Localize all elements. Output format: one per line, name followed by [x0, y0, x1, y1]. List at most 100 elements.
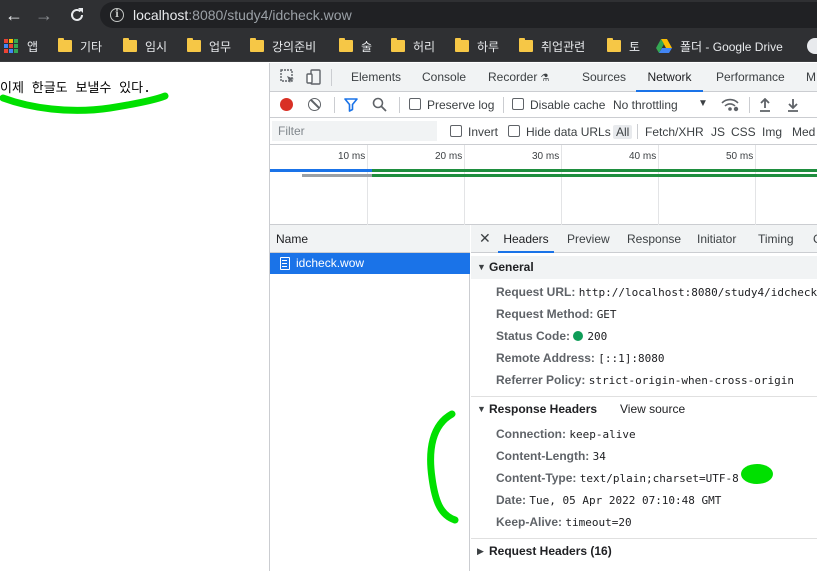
network-toolbar: Preserve log Disable cache No throttling…	[270, 92, 817, 118]
divider	[749, 97, 750, 113]
filter-bar: Filter Invert Hide data URLs All Fetch/X…	[270, 118, 817, 145]
bookmark-label: 앱	[27, 39, 39, 54]
bookmark-folder[interactable]: 기타	[58, 37, 102, 55]
bookmark-label: 임시	[145, 39, 168, 54]
timeline-gridline	[367, 145, 368, 225]
type-filter-css[interactable]: CSS	[731, 125, 756, 139]
timeline-gridline	[561, 145, 562, 225]
tab-headers[interactable]: Headers	[498, 225, 554, 253]
bookmark-label: 폴더 - Google Drive	[680, 39, 783, 54]
divider	[334, 97, 335, 113]
header-value: 200	[587, 330, 608, 343]
tab-network[interactable]: Network	[636, 63, 703, 92]
timeline-tick-label: 20 ms	[435, 151, 463, 162]
request-row[interactable]: idcheck.wow	[270, 253, 470, 274]
inspect-element-icon[interactable]	[280, 69, 296, 85]
bookmark-folder[interactable]: 강의준비	[250, 37, 316, 55]
bookmark-folder[interactable]: 술	[339, 37, 372, 55]
timeline-bar-request-waiting	[302, 174, 372, 177]
hide-data-urls-checkbox[interactable]	[508, 125, 520, 137]
type-filter-fetch-xhr[interactable]: Fetch/XHR	[645, 125, 704, 139]
tab-initiator[interactable]: Initiator	[697, 225, 736, 253]
header-value: keep-alive	[569, 428, 636, 441]
header-row: Date: Tue, 05 Apr 2022 07:10:48 GMT	[496, 493, 721, 508]
disable-cache-checkbox[interactable]	[512, 98, 524, 110]
invert-checkbox[interactable]	[450, 125, 462, 137]
network-overview-timeline[interactable]: 10 ms 20 ms 30 ms 40 ms 50 ms	[270, 145, 817, 225]
url-text[interactable]: localhost:8080/study4/idcheck.wow	[133, 7, 352, 23]
tab-response[interactable]: Response	[627, 225, 681, 253]
type-filter-js[interactable]: JS	[711, 125, 725, 139]
bookmark-folder[interactable]: 하루	[455, 37, 499, 55]
export-har-icon[interactable]	[787, 98, 799, 112]
disable-cache-label: Disable cache	[530, 98, 606, 112]
bookmark-google-drive[interactable]: 폴더 - Google Drive	[656, 37, 783, 55]
filter-input[interactable]: Filter	[272, 121, 437, 141]
collapse-triangle-icon: ▼	[477, 404, 486, 414]
tab-performance[interactable]: Performance	[716, 63, 785, 92]
section-divider	[471, 538, 817, 539]
browser-toolbar: ← → i localhost:8080/study4/idcheck.wow	[0, 0, 817, 30]
response-headers-section-header[interactable]: ▼ Response Headers View source	[471, 398, 817, 421]
bookmarks-bar: 앱 기타 임시 업무 강의준비 술 허리 하루 취업관련 토 폴더 - Goog…	[0, 30, 817, 62]
back-arrow-icon[interactable]: ←	[2, 3, 26, 27]
tab-recorder[interactable]: Recorder ⚗	[488, 63, 549, 92]
reload-icon-glyph	[71, 8, 83, 21]
bookmarks-overflow-icon[interactable]	[807, 38, 817, 54]
header-value: http://localhost:8080/study4/idcheck.wow	[578, 286, 817, 299]
info-icon[interactable]: i	[110, 8, 124, 22]
network-conditions-icon[interactable]	[721, 97, 739, 113]
filter-icon[interactable]	[344, 98, 358, 112]
bookmark-folder[interactable]: 업무	[187, 37, 231, 55]
record-button[interactable]	[280, 98, 293, 111]
dropdown-arrow-icon[interactable]: ▼	[698, 98, 708, 109]
tab-console[interactable]: Console	[422, 63, 466, 92]
preserve-log-label: Preserve log	[427, 98, 495, 112]
preserve-log-checkbox[interactable]	[409, 98, 421, 110]
forward-arrow-icon[interactable]: →	[32, 3, 56, 27]
tab-timing[interactable]: Timing	[758, 225, 794, 253]
import-har-icon[interactable]	[759, 98, 771, 112]
name-column-header[interactable]: Name	[270, 225, 470, 253]
header-key: Connection:	[496, 427, 566, 441]
view-source-link[interactable]: View source	[620, 398, 685, 421]
header-row: Content-Type: text/plain;charset=UTF-8	[496, 471, 739, 486]
header-row: Keep-Alive: timeout=20	[496, 515, 632, 530]
type-filter-media[interactable]: Med	[792, 125, 815, 139]
close-icon[interactable]: ✕	[479, 231, 491, 245]
apps-icon	[4, 39, 18, 53]
device-toolbar-icon[interactable]	[306, 69, 322, 85]
header-key: Referrer Policy:	[496, 373, 586, 387]
section-divider	[471, 396, 817, 397]
tab-elements[interactable]: Elements	[351, 63, 401, 92]
tab-cookies[interactable]: C	[813, 225, 817, 253]
header-row: Status Code: 200	[496, 329, 607, 344]
url-host: localhost	[133, 7, 189, 23]
request-headers-section-header[interactable]: ▶ Request Headers (16)	[471, 540, 817, 563]
timeline-tick-label: 50 ms	[726, 151, 754, 162]
bookmark-folder[interactable]: 토	[607, 37, 640, 55]
search-icon[interactable]	[372, 97, 387, 112]
bookmark-folder[interactable]: 허리	[391, 37, 435, 55]
clear-icon[interactable]	[308, 98, 321, 111]
bookmark-label: 술	[361, 39, 373, 54]
tab-preview[interactable]: Preview	[567, 225, 610, 253]
document-icon	[280, 257, 290, 270]
type-filter-all[interactable]: All	[613, 125, 633, 139]
header-key: Keep-Alive:	[496, 515, 563, 529]
bookmark-folder[interactable]: 임시	[123, 37, 167, 55]
type-filter-img[interactable]: Img	[762, 125, 782, 139]
bookmark-apps[interactable]: 앱	[4, 37, 38, 55]
header-value: strict-origin-when-cross-origin	[588, 374, 795, 387]
bookmark-folder[interactable]: 취업관련	[519, 37, 585, 55]
tab-sources[interactable]: Sources	[582, 63, 626, 92]
reload-icon[interactable]	[65, 3, 89, 27]
throttling-select[interactable]: No throttling	[613, 98, 678, 112]
folder-icon	[58, 38, 72, 52]
collapse-triangle-icon: ▼	[477, 262, 486, 272]
general-section-header[interactable]: ▼ General	[471, 256, 817, 279]
bookmark-label: 기타	[80, 39, 103, 54]
folder-icon	[339, 38, 353, 52]
tab-more[interactable]: M	[806, 63, 816, 92]
address-bar[interactable]: i localhost:8080/study4/idcheck.wow	[100, 2, 817, 28]
